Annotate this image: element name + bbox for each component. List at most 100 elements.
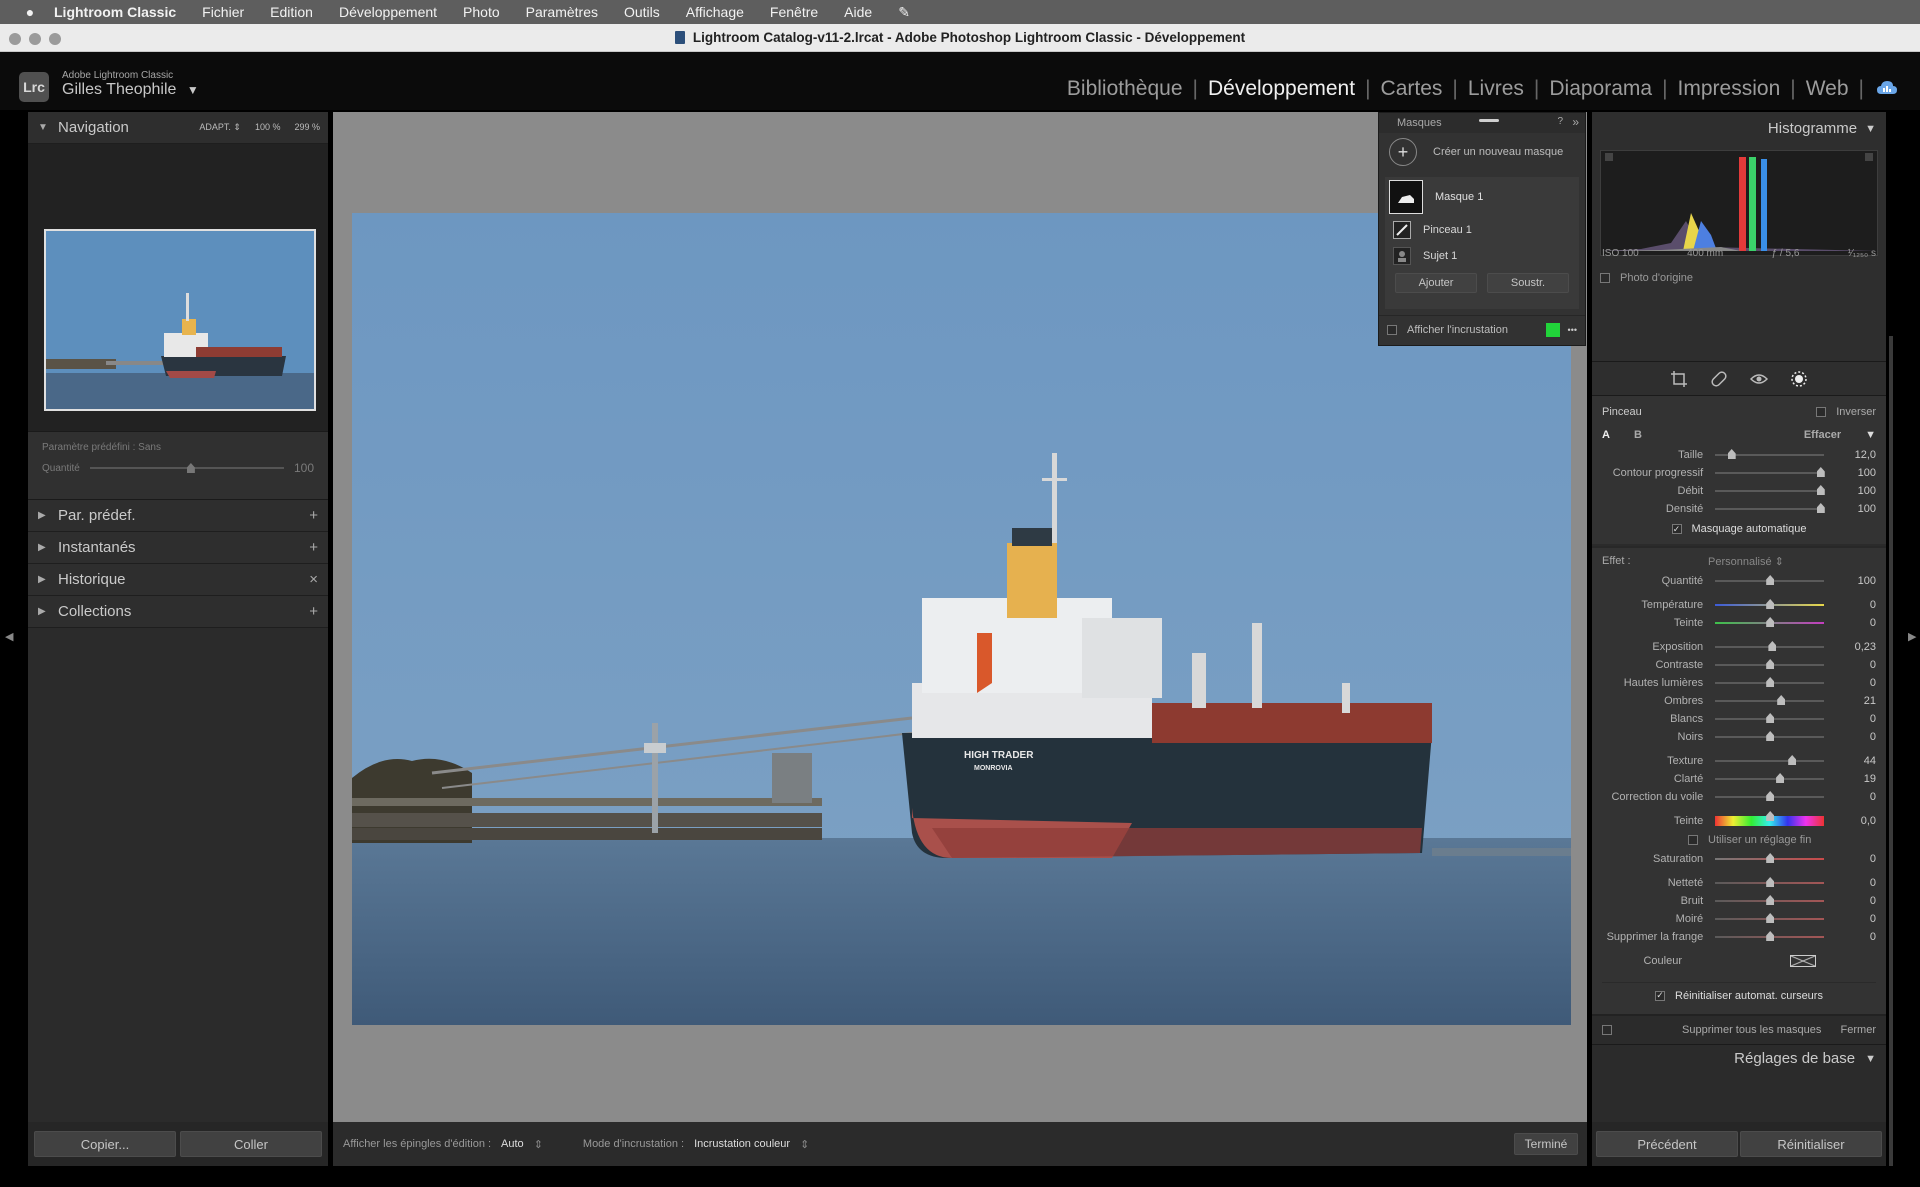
drag-handle[interactable] — [1479, 119, 1499, 122]
slider-thumb[interactable] — [1816, 485, 1825, 495]
contrast-slider[interactable] — [1715, 659, 1825, 669]
section-collections[interactable]: ▶ Collections + — [28, 596, 328, 628]
highlights-slider[interactable] — [1715, 677, 1825, 687]
preset-quantity-slider[interactable] — [89, 463, 284, 473]
brush-size-slider[interactable] — [1715, 449, 1825, 459]
histogram-header[interactable]: Histogramme ▼ — [1768, 120, 1876, 137]
hue-slider[interactable] — [1715, 811, 1825, 826]
brush-feather-value[interactable]: 100 — [1836, 467, 1876, 479]
clarity-slider[interactable] — [1715, 773, 1825, 783]
delete-masks-icon[interactable] — [1602, 1025, 1612, 1035]
defringe-slider[interactable] — [1715, 931, 1825, 941]
module-cartes[interactable]: Cartes — [1371, 77, 1453, 101]
texture-value[interactable]: 44 — [1836, 755, 1876, 767]
menu-parametres[interactable]: Paramètres — [526, 4, 598, 20]
expand-icon[interactable]: » — [1572, 115, 1579, 129]
more-options-icon[interactable]: ••• — [1568, 325, 1577, 335]
zoom-fit[interactable]: ADAPT. ⇕ — [199, 122, 241, 133]
slider-thumb[interactable] — [1766, 853, 1775, 863]
brush-menu-icon[interactable]: ▼ — [1865, 429, 1876, 441]
slider-thumb[interactable] — [1766, 713, 1775, 723]
menu-app[interactable]: Lightroom Classic — [54, 4, 176, 20]
plus-icon[interactable]: + — [1389, 138, 1417, 166]
healing-icon[interactable] — [1710, 370, 1728, 388]
pins-select[interactable]: Auto — [501, 1138, 524, 1150]
menu-fenetre[interactable]: Fenêtre — [770, 4, 818, 20]
sharpness-value[interactable]: 0 — [1836, 877, 1876, 889]
slider-thumb[interactable] — [1766, 877, 1775, 887]
left-panel-toggle-icon[interactable]: ◀ — [5, 630, 13, 643]
add-collection-icon[interactable]: + — [309, 603, 318, 620]
show-overlay-checkbox[interactable] — [1387, 324, 1397, 335]
exposure-slider[interactable] — [1715, 641, 1825, 651]
create-mask-row[interactable]: + Créer un nouveau masque — [1379, 133, 1585, 171]
saturation-value[interactable]: 0 — [1836, 853, 1876, 865]
module-impression[interactable]: Impression — [1668, 77, 1791, 101]
brush-flow-value[interactable]: 100 — [1836, 485, 1876, 497]
module-diaporama[interactable]: Diaporama — [1539, 77, 1662, 101]
reset-button[interactable]: Réinitialiser — [1740, 1131, 1882, 1157]
dehaze-value[interactable]: 0 — [1836, 791, 1876, 803]
slider-thumb[interactable] — [1766, 677, 1775, 687]
blacks-slider[interactable] — [1715, 731, 1825, 741]
hue-value[interactable]: 0,0 — [1836, 815, 1876, 827]
script-menu-icon[interactable]: ✎ — [898, 4, 910, 21]
texture-slider[interactable] — [1715, 755, 1825, 765]
section-history[interactable]: ▶ Historique × — [28, 564, 328, 596]
exposure-value[interactable]: 0,23 — [1836, 641, 1876, 653]
contrast-value[interactable]: 0 — [1836, 659, 1876, 671]
slider-thumb[interactable] — [1816, 503, 1825, 513]
slider-thumb[interactable] — [1766, 659, 1775, 669]
slider-thumb[interactable] — [1766, 731, 1775, 741]
crop-icon[interactable] — [1670, 370, 1688, 388]
masks-header[interactable]: Masques ? » — [1379, 113, 1585, 133]
slider-thumb[interactable] — [1816, 467, 1825, 477]
whites-slider[interactable] — [1715, 713, 1825, 723]
effect-preset-select[interactable]: Personnalisé ⇕ — [1708, 555, 1784, 568]
add-to-mask-button[interactable]: Ajouter — [1395, 273, 1477, 293]
temperature-value[interactable]: 0 — [1836, 599, 1876, 611]
brush-density-slider[interactable] — [1715, 503, 1825, 513]
menu-aide[interactable]: Aide — [844, 4, 872, 20]
zoom-window-button[interactable] — [49, 33, 61, 45]
user-name[interactable]: Gilles Theophile ▼ — [62, 81, 199, 99]
paste-button[interactable]: Coller — [180, 1131, 322, 1157]
original-photo-checkbox[interactable] — [1600, 273, 1610, 283]
slider-thumb[interactable] — [1766, 599, 1775, 609]
slider-thumb[interactable] — [1766, 913, 1775, 923]
basic-settings-header[interactable]: Réglages de base ▼ — [1592, 1044, 1886, 1072]
auto-mask-checkbox[interactable]: ✓ — [1671, 524, 1682, 534]
brush-b-tab[interactable]: B — [1634, 429, 1642, 441]
module-livres[interactable]: Livres — [1458, 77, 1534, 101]
highlights-value[interactable]: 0 — [1836, 677, 1876, 689]
red-eye-icon[interactable] — [1749, 370, 1769, 388]
brush-feather-slider[interactable] — [1715, 467, 1825, 477]
fine-tune-checkbox[interactable] — [1688, 835, 1698, 845]
amount-value[interactable]: 100 — [1836, 575, 1876, 587]
close-masks-button[interactable]: Fermer — [1841, 1024, 1876, 1036]
add-snapshot-icon[interactable]: + — [309, 539, 318, 556]
slider-thumb[interactable] — [1788, 755, 1797, 765]
clarity-value[interactable]: 19 — [1836, 773, 1876, 785]
help-icon[interactable]: ? — [1557, 116, 1563, 127]
close-window-button[interactable] — [9, 33, 21, 45]
apple-icon[interactable]: ● — [20, 4, 40, 20]
add-preset-icon[interactable]: + — [309, 507, 318, 524]
shadows-slider[interactable] — [1715, 695, 1825, 705]
menu-fichier[interactable]: Fichier — [202, 4, 244, 20]
erase-tab[interactable]: Effacer — [1804, 429, 1841, 441]
slider-thumb[interactable] — [1766, 811, 1775, 821]
menu-photo[interactable]: Photo — [463, 4, 500, 20]
previous-button[interactable]: Précédent — [1596, 1131, 1738, 1157]
whites-value[interactable]: 0 — [1836, 713, 1876, 725]
slider-thumb[interactable] — [186, 463, 195, 473]
slider-thumb[interactable] — [1766, 617, 1775, 627]
section-presets[interactable]: ▶ Par. prédef. + — [28, 500, 328, 532]
histogram-graph[interactable] — [1600, 150, 1878, 256]
brush-density-value[interactable]: 100 — [1836, 503, 1876, 515]
amount-slider[interactable] — [1715, 575, 1825, 585]
section-snapshots[interactable]: ▶ Instantanés + — [28, 532, 328, 564]
slider-thumb[interactable] — [1776, 773, 1785, 783]
brush-component-row[interactable]: Pinceau 1 — [1385, 217, 1579, 243]
done-button[interactable]: Terminé — [1514, 1133, 1578, 1155]
